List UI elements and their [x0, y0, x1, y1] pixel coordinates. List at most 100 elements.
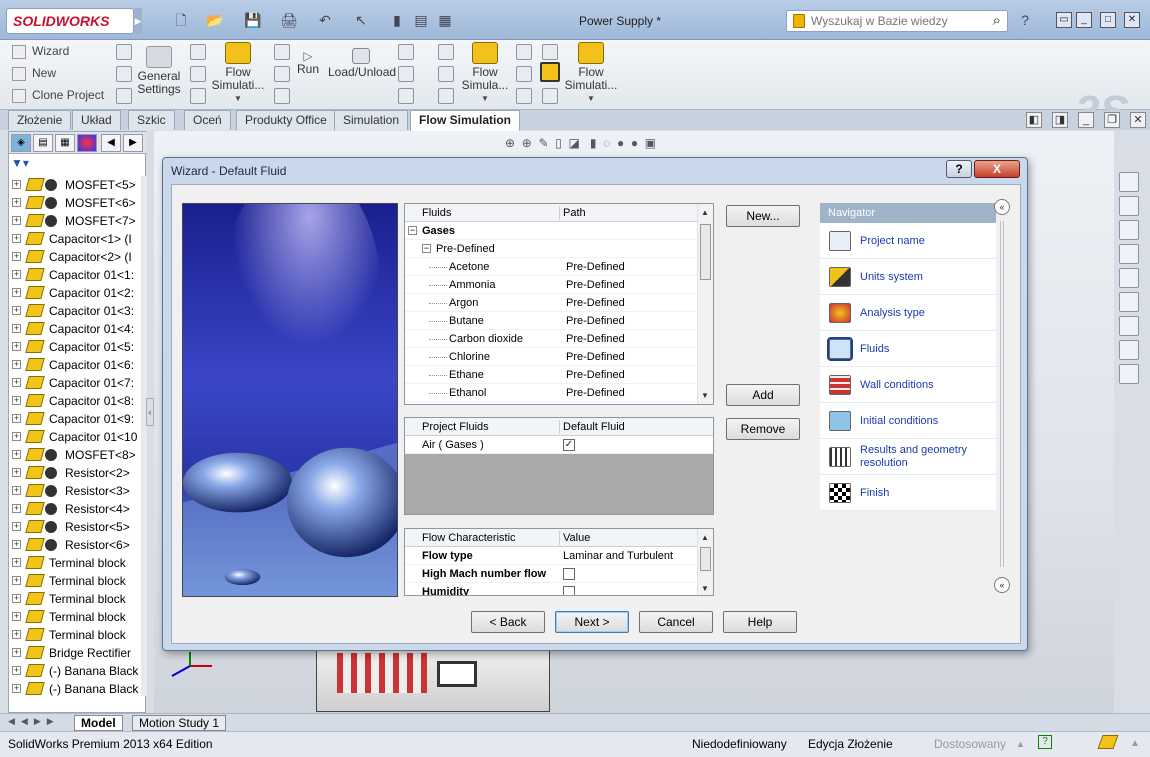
file-explorer-icon[interactable]	[1119, 244, 1139, 264]
flow-simulation-button-2[interactable]: Flow Simula... ▼	[460, 42, 510, 105]
rebuild-icon[interactable]: ▮	[388, 11, 406, 29]
fluid-row[interactable]: Ethanol Pre-Defined	[405, 384, 696, 402]
expand-icon[interactable]: +	[12, 378, 21, 387]
fluid-row[interactable]: Carbon dioxide Pre-Defined	[405, 330, 696, 348]
expand-icon[interactable]: +	[12, 288, 21, 297]
tree-item[interactable]: + Capacitor 01<5:	[9, 338, 147, 356]
expand-icon[interactable]: +	[12, 216, 21, 225]
humidity-row[interactable]: Humidity	[405, 583, 696, 595]
expand-icon[interactable]: +	[12, 342, 21, 351]
tree-item[interactable]: + Capacitor 01<2:	[9, 284, 147, 302]
help-button[interactable]: Help	[723, 611, 797, 633]
ribbon-icon-4[interactable]	[190, 44, 206, 60]
expand-icon[interactable]: +	[12, 648, 21, 657]
prev-doc-icon[interactable]: ◧	[1026, 112, 1042, 128]
fluid-row[interactable]: Ammonia Pre-Defined	[405, 276, 696, 294]
cancel-button[interactable]: Cancel	[639, 611, 713, 633]
ribbon-icon-9[interactable]	[274, 88, 290, 104]
search-icon[interactable]: ⌕	[993, 12, 1001, 29]
tree-item[interactable]: + Capacitor 01<9:	[9, 410, 147, 428]
tree-item[interactable]: + Capacitor<1> (I	[9, 230, 147, 248]
flow-sim-pane-icon[interactable]	[1119, 364, 1139, 384]
navigator-item-finish[interactable]: Finish	[820, 475, 996, 511]
expand-icon[interactable]: +	[12, 180, 21, 189]
tree-item[interactable]: + Capacitor 01<6:	[9, 356, 147, 374]
view-palette-icon[interactable]	[1119, 268, 1139, 288]
expand-icon[interactable]: +	[12, 306, 21, 315]
panel-scroll-left-icon[interactable]: ◀	[101, 134, 121, 152]
tab-produkty-office[interactable]: Produkty Office	[236, 110, 336, 130]
expand-icon[interactable]: +	[12, 234, 21, 243]
ribbon-icon-13[interactable]	[438, 44, 454, 60]
tree-item[interactable]: + Capacitor 01<10	[9, 428, 147, 446]
fluid-row[interactable]: Ethane Pre-Defined	[405, 366, 696, 384]
dialog-close-button[interactable]: X	[974, 160, 1020, 178]
tree-item[interactable]: + MOSFET<7>	[9, 212, 147, 230]
expand-icon[interactable]: +	[12, 558, 21, 567]
expand-icon[interactable]: +	[12, 360, 21, 369]
ribbon-icon-6[interactable]	[190, 88, 206, 104]
navigator-item-fluids[interactable]: Fluids	[820, 331, 996, 367]
filter-icon[interactable]: ▼▾	[11, 156, 29, 170]
view-settings-icon[interactable]: ▣	[645, 136, 656, 150]
collapse-navigator-top-icon[interactable]: «	[994, 199, 1010, 215]
file-properties-icon[interactable]: ▤	[412, 11, 430, 29]
open-folder-icon[interactable]: 📂	[206, 11, 224, 29]
tree-item[interactable]: + MOSFET<6>	[9, 194, 147, 212]
expand-icon[interactable]: +	[12, 450, 21, 459]
default-fluid-checkbox[interactable]: ✓	[563, 439, 575, 451]
tree-item[interactable]: + Terminal block	[9, 608, 147, 626]
new-document-icon[interactable]: 🗋	[172, 11, 190, 29]
humidity-checkbox[interactable]	[563, 586, 575, 595]
fluid-row[interactable]: Butane Pre-Defined	[405, 312, 696, 330]
tree-scrollbar[interactable]	[141, 176, 147, 696]
previous-view-icon[interactable]: ✎	[538, 136, 548, 150]
navigator-item-analysis-type[interactable]: Analysis type	[820, 295, 996, 331]
tree-item[interactable]: + Resistor<2>	[9, 464, 147, 482]
hide-show-icon[interactable]: ◌	[603, 136, 610, 150]
dialog-help-button[interactable]: ?	[946, 160, 972, 178]
section-view-icon[interactable]: ▯	[555, 136, 562, 150]
expand-icon[interactable]: +	[12, 522, 21, 531]
close-window-button[interactable]: ✕	[1124, 12, 1140, 28]
options-icon[interactable]: ▦	[436, 11, 454, 29]
expand-icon[interactable]: +	[12, 396, 21, 405]
ribbon-icon-5[interactable]	[190, 66, 206, 82]
status-expand-icon[interactable]: ▲	[1130, 734, 1140, 754]
navigator-item-initial-conditions[interactable]: Initial conditions	[820, 403, 996, 439]
tab-simulation[interactable]: Simulation	[334, 110, 409, 130]
tab-ocen[interactable]: Oceń	[184, 110, 231, 130]
expand-icon[interactable]: +	[12, 486, 21, 495]
wizard-button[interactable]: Wizard	[12, 42, 108, 60]
ribbon-icon-17[interactable]	[516, 66, 532, 82]
design-library-icon[interactable]	[1119, 220, 1139, 240]
tag-icon[interactable]	[1097, 735, 1119, 749]
remove-fluid-button[interactable]: Remove	[726, 418, 800, 440]
tab-model[interactable]: Model	[74, 715, 123, 731]
flow-type-value[interactable]: Laminar and Turbulent	[563, 547, 673, 565]
ribbon-icon-8[interactable]	[274, 66, 290, 82]
save-icon[interactable]: 💾	[244, 11, 262, 29]
gases-group-row[interactable]: − Gases	[405, 222, 696, 240]
ribbon-icon-12[interactable]	[398, 88, 414, 104]
ribbon-icon-2[interactable]	[116, 66, 132, 82]
tree-item[interactable]: + Capacitor 01<7:	[9, 374, 147, 392]
resources-icon[interactable]	[1119, 172, 1139, 192]
tree-item[interactable]: + (-) Banana Black	[9, 662, 147, 680]
add-fluid-button[interactable]: Add	[726, 384, 800, 406]
tree-item[interactable]: + Terminal block	[9, 554, 147, 572]
expand-icon[interactable]: +	[12, 540, 21, 549]
undo-icon[interactable]: ↶	[316, 11, 334, 29]
ribbon-icon-3[interactable]	[116, 88, 132, 104]
expand-icon[interactable]: +	[12, 612, 21, 621]
tree-item[interactable]: + Resistor<5>	[9, 518, 147, 536]
appearances-icon[interactable]	[1119, 292, 1139, 312]
knowledge-base-search[interactable]: ⌕	[786, 10, 1008, 32]
clone-project-button[interactable]: Clone Project	[12, 86, 108, 104]
new-fluid-button[interactable]: New...	[726, 205, 800, 227]
fluid-row[interactable]: Chlorine Pre-Defined	[405, 348, 696, 366]
expand-icon[interactable]: +	[12, 666, 21, 675]
zoom-fit-icon[interactable]: ⊕	[505, 136, 515, 150]
appearance-icon[interactable]: ●	[617, 136, 624, 150]
expand-icon[interactable]: +	[12, 468, 21, 477]
